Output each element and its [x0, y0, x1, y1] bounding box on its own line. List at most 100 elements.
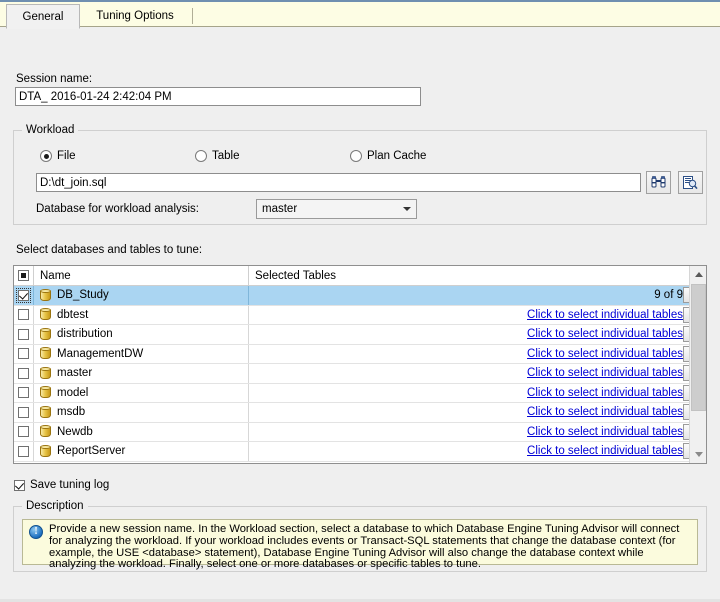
info-icon: !: [29, 525, 43, 539]
row-selected-tables-cell[interactable]: Click to select individual tables: [249, 442, 706, 461]
document-properties-icon: [683, 175, 698, 189]
database-icon: [40, 288, 51, 302]
radio-file[interactable]: File: [40, 150, 76, 162]
description-groupbox-title: Description: [22, 500, 88, 512]
row-checkbox[interactable]: [18, 348, 29, 360]
grid-vertical-scrollbar[interactable]: [689, 266, 706, 463]
grid-body: DB_Study 9 of 9 dbtest Click to select indi…: [14, 286, 706, 463]
workload-file-input[interactable]: [36, 173, 641, 192]
scroll-down-button[interactable]: [690, 446, 706, 463]
row-selected-tables-cell[interactable]: Click to select individual tables: [249, 364, 706, 383]
row-name-cell[interactable]: msdb: [34, 403, 249, 422]
tab-tuning-options[interactable]: Tuning Options: [82, 4, 188, 29]
row-name-label: master: [57, 367, 93, 380]
save-tuning-log-checkbox[interactable]: [14, 479, 25, 491]
select-individual-tables-link[interactable]: Click to select individual tables: [527, 328, 683, 340]
radio-plan-cache-dot: [350, 150, 362, 162]
radio-plan-cache[interactable]: Plan Cache: [350, 150, 426, 162]
row-checkbox-cell[interactable]: [14, 325, 34, 344]
tab-divider: [192, 8, 193, 24]
row-selected-tables-cell[interactable]: Click to select individual tables: [249, 345, 706, 364]
grid-header-checkbox-cell[interactable]: [14, 266, 34, 285]
row-checkbox[interactable]: [18, 445, 29, 457]
row-checkbox-cell[interactable]: [14, 403, 34, 422]
databases-grid: Name Selected Tables DB_Study 9 of 9 dbtes…: [13, 265, 707, 464]
tab-general[interactable]: General: [6, 4, 80, 29]
row-checkbox[interactable]: [18, 328, 29, 340]
radio-table[interactable]: Table: [195, 150, 240, 162]
tab-tuning-options-label: Tuning Options: [96, 10, 174, 22]
row-checkbox-cell[interactable]: [14, 305, 34, 324]
select-all-checkbox[interactable]: [18, 270, 29, 281]
select-databases-label: Select databases and tables to tune:: [16, 244, 203, 256]
row-name-cell[interactable]: master: [34, 364, 249, 383]
row-name-cell[interactable]: ManagementDW: [34, 344, 249, 363]
row-checkbox[interactable]: [18, 367, 29, 379]
row-checkbox-cell[interactable]: [14, 364, 34, 383]
scrollbar-thumb[interactable]: [691, 284, 706, 411]
chevron-down-icon: [398, 207, 416, 211]
row-selected-tables-cell[interactable]: Click to select individual tables: [249, 325, 706, 344]
row-name-cell[interactable]: Newdb: [34, 422, 249, 441]
select-individual-tables-link[interactable]: Click to select individual tables: [527, 367, 683, 379]
session-name-input[interactable]: [15, 87, 421, 106]
radio-plan-cache-label: Plan Cache: [367, 150, 427, 162]
database-icon: [40, 386, 51, 399]
row-name-label: msdb: [57, 406, 86, 419]
select-individual-tables-link[interactable]: Click to select individual tables: [527, 348, 683, 360]
row-name-cell[interactable]: DB_Study: [34, 286, 249, 305]
row-checkbox-cell[interactable]: [14, 383, 34, 402]
grid-header-name[interactable]: Name: [34, 266, 249, 285]
binoculars-icon: [651, 176, 666, 188]
row-checkbox-cell[interactable]: [14, 286, 34, 305]
table-row[interactable]: master Click to select individual tables: [14, 364, 706, 384]
save-tuning-log-row[interactable]: Save tuning log: [14, 479, 109, 491]
database-for-workload-value: master: [262, 203, 298, 215]
chevron-down-icon: [694, 452, 703, 457]
row-name-label: Newdb: [57, 425, 93, 438]
table-row[interactable]: Newdb Click to select individual tables: [14, 422, 706, 442]
radio-file-label: File: [57, 150, 76, 162]
row-checkbox[interactable]: [18, 406, 29, 418]
select-individual-tables-link[interactable]: Click to select individual tables: [527, 309, 683, 321]
row-checkbox-cell[interactable]: [14, 422, 34, 441]
table-row[interactable]: distribution Click to select individual t…: [14, 325, 706, 345]
selected-tables-count: 9 of 9: [654, 289, 683, 302]
row-checkbox-cell[interactable]: [14, 442, 34, 461]
workload-properties-button[interactable]: [678, 171, 703, 194]
row-name-label: dbtest: [57, 308, 89, 321]
select-individual-tables-link[interactable]: Click to select individual tables: [527, 387, 683, 399]
row-checkbox[interactable]: [16, 287, 31, 303]
radio-table-dot: [195, 150, 207, 162]
save-tuning-log-label: Save tuning log: [30, 479, 110, 491]
table-row[interactable]: model Click to select individual tables: [14, 383, 706, 403]
row-selected-tables-cell[interactable]: Click to select individual tables: [249, 306, 706, 325]
row-selected-tables-cell[interactable]: 9 of 9: [249, 286, 706, 305]
database-for-workload-select[interactable]: master: [256, 199, 417, 219]
row-checkbox-cell[interactable]: [14, 344, 34, 363]
grid-header-selected-tables[interactable]: Selected Tables: [249, 266, 689, 285]
database-icon: [40, 444, 51, 458]
row-checkbox[interactable]: [18, 309, 29, 321]
table-row[interactable]: ManagementDW Click to select individual t…: [14, 344, 706, 364]
row-checkbox[interactable]: [18, 387, 29, 399]
row-name-cell[interactable]: distribution: [34, 325, 249, 344]
row-checkbox[interactable]: [18, 426, 29, 438]
row-name-cell[interactable]: dbtest: [34, 305, 249, 324]
select-individual-tables-link[interactable]: Click to select individual tables: [527, 445, 683, 457]
table-row[interactable]: DB_Study 9 of 9: [14, 286, 706, 306]
table-row[interactable]: ReportServer Click to select individual t…: [14, 442, 706, 462]
row-name-cell[interactable]: model: [34, 383, 249, 402]
table-row[interactable]: dbtest Click to select individual tables: [14, 305, 706, 325]
scroll-up-button[interactable]: [690, 266, 706, 283]
row-selected-tables-cell[interactable]: Click to select individual tables: [249, 384, 706, 403]
browse-binoculars-button[interactable]: [646, 171, 671, 194]
row-selected-tables-cell[interactable]: Click to select individual tables: [249, 423, 706, 442]
row-selected-tables-cell[interactable]: Click to select individual tables: [249, 403, 706, 422]
general-tab-panel: Session name: Workload File Table Plan C…: [0, 27, 720, 602]
row-name-cell[interactable]: ReportServer: [34, 442, 249, 461]
table-row[interactable]: msdb Click to select individual tables: [14, 403, 706, 423]
select-individual-tables-link[interactable]: Click to select individual tables: [527, 406, 683, 418]
select-individual-tables-link[interactable]: Click to select individual tables: [527, 426, 683, 438]
description-text: Provide a new session name. In the Workl…: [49, 523, 680, 571]
